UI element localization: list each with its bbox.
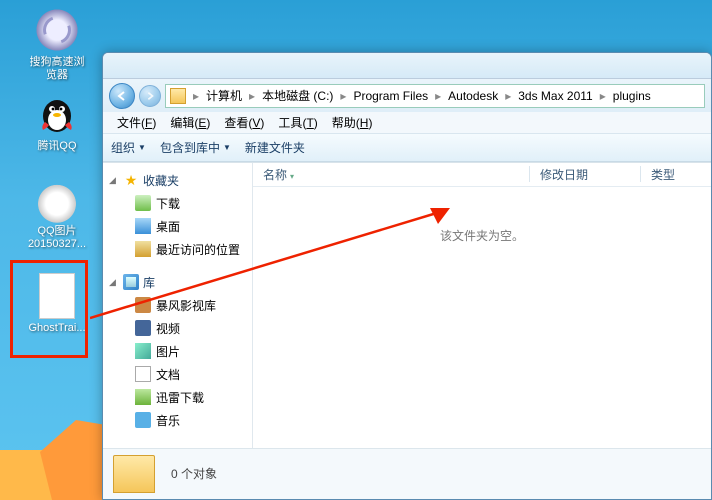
include-in-library-button[interactable]: 包含到库中 ▼ [160,139,231,156]
menu-edit[interactable]: 编辑(E) [164,112,216,133]
nav-downloads[interactable]: 下载 [131,192,252,215]
desktop-icon [135,218,151,234]
breadcrumb-autodesk[interactable]: Autodesk [448,89,498,103]
desktop-icon-sogou-browser[interactable]: 搜狗高速浏览器 [22,6,92,82]
nav-music[interactable]: 音乐 [131,409,252,432]
folder-icon [113,455,155,493]
nav-desktop[interactable]: 桌面 [131,215,252,238]
picture-icon [135,343,151,359]
breadcrumb-plugins[interactable]: plugins [613,89,651,103]
nav-forward-button[interactable] [139,85,161,107]
menu-view[interactable]: 查看(V) [218,112,270,133]
breadcrumb-separator: ▸ [600,89,606,103]
qq-icon [33,90,81,138]
download-icon [135,195,151,211]
organize-button[interactable]: 组织 ▼ [111,139,146,156]
nav-libraries-label: 库 [143,274,155,291]
menu-help[interactable]: 帮助(H) [326,112,379,133]
nav-documents[interactable]: 文档 [131,363,252,386]
desktop-icon-qq[interactable]: 腾讯QQ [22,90,92,153]
nav-videos[interactable]: 视频 [131,317,252,340]
chevron-down-icon: ▼ [223,143,231,152]
video-library-icon [135,297,151,313]
thunder-icon [135,389,151,405]
menu-bar: 文件(F) 编辑(E) 查看(V) 工具(T) 帮助(H) [103,112,711,134]
collapse-icon: ◢ [109,175,119,186]
column-modified[interactable]: 修改日期 [530,166,640,183]
desktop-icon-ghosttrails[interactable]: GhostTrai... [22,272,92,335]
icon-label: QQ图片20150327... [22,225,92,251]
libraries-icon [123,274,139,290]
address-bar-row: ▸ 计算机 ▸ 本地磁盘 (C:) ▸ Program Files ▸ Auto… [103,79,711,111]
breadcrumb-separator: ▸ [193,89,199,103]
nav-pictures[interactable]: 图片 [131,340,252,363]
menu-tools[interactable]: 工具(T) [272,112,323,133]
icon-label: 搜狗高速浏览器 [22,56,92,82]
icon-label: 腾讯QQ [22,140,92,153]
collapse-icon: ◢ [109,277,119,288]
folder-icon [170,88,186,104]
breadcrumb-3dsmax[interactable]: 3ds Max 2011 [518,89,593,103]
breadcrumb-separator: ▸ [505,89,511,103]
empty-folder-message: 该文件夹为空。 [253,187,711,244]
nav-favorites-header[interactable]: ◢ ★ 收藏夹 [103,169,252,192]
sort-indicator-icon: ▾ [290,172,294,181]
toolbar: 组织 ▼ 包含到库中 ▼ 新建文件夹 [103,134,711,162]
desktop-icon-qq-image[interactable]: QQ图片20150327... [22,175,92,251]
star-icon: ★ [123,172,139,188]
column-name[interactable]: 名称▾ [253,166,529,183]
explorer-body: ◢ ★ 收藏夹 下载 桌面 最近访问的位置 ◢ 库 暴风影视库 [103,162,711,448]
menu-file[interactable]: 文件(F) [111,112,162,133]
breadcrumb-computer[interactable]: 计算机 [206,87,242,104]
file-icon [33,272,81,320]
nav-favorites-label: 收藏夹 [143,172,179,189]
nav-baofeng[interactable]: 暴风影视库 [131,294,252,317]
breadcrumb-separator: ▸ [340,89,346,103]
nav-back-button[interactable] [109,83,135,109]
new-folder-button[interactable]: 新建文件夹 [245,139,305,156]
nav-favorites-group: ◢ ★ 收藏夹 下载 桌面 最近访问的位置 [103,169,252,261]
nav-libraries-group: ◢ 库 暴风影视库 视频 图片 文档 迅雷下载 音乐 [103,271,252,432]
icon-label: GhostTrai... [22,322,92,335]
nav-libraries-header[interactable]: ◢ 库 [103,271,252,294]
breadcrumb-programfiles[interactable]: Program Files [353,89,428,103]
chevron-down-icon: ▼ [138,143,146,152]
status-bar: 0 个对象 [103,448,711,499]
breadcrumb-separator: ▸ [435,89,441,103]
video-icon [135,320,151,336]
explorer-window: ▸ 计算机 ▸ 本地磁盘 (C:) ▸ Program Files ▸ Auto… [102,52,712,500]
content-pane: 名称▾ 修改日期 类型 该文件夹为空。 [253,163,711,448]
recent-icon [135,241,151,257]
nav-pane: ◢ ★ 收藏夹 下载 桌面 最近访问的位置 ◢ 库 暴风影视库 [103,163,253,448]
column-type[interactable]: 类型 [641,166,711,183]
address-bar[interactable]: ▸ 计算机 ▸ 本地磁盘 (C:) ▸ Program Files ▸ Auto… [165,84,705,108]
music-icon [135,412,151,428]
window-titlebar[interactable] [103,53,711,79]
image-icon [33,175,81,223]
item-count: 0 个对象 [171,465,217,482]
breadcrumb-drive[interactable]: 本地磁盘 (C:) [262,87,333,104]
columns-header: 名称▾ 修改日期 类型 [253,163,711,187]
nav-recent[interactable]: 最近访问的位置 [131,238,252,261]
nav-thunder[interactable]: 迅雷下载 [131,386,252,409]
document-icon [135,366,151,382]
browser-icon [33,6,81,54]
breadcrumb-separator: ▸ [249,89,255,103]
